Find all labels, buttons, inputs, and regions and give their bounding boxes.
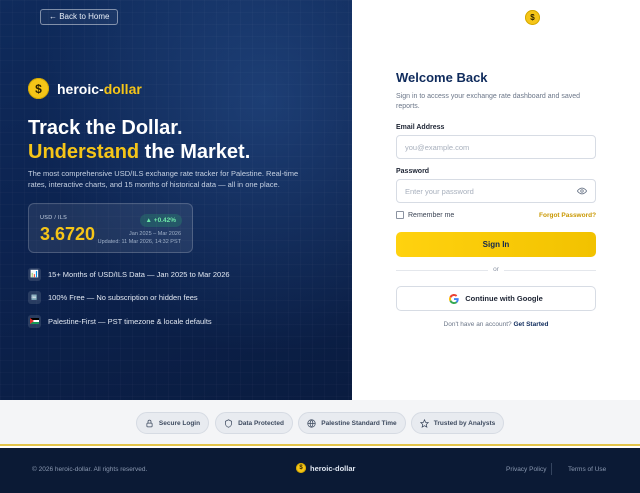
remember-me-label: Remember me <box>408 211 455 219</box>
feature-text: 100% Free — No subscription or hidden fe… <box>48 293 198 302</box>
email-field[interactable] <box>396 135 596 159</box>
footer-brand: $ heroic-dollar <box>296 463 355 473</box>
trust-bar: Secure Login Data Protected Palestine St… <box>0 400 640 446</box>
feature-item: 📊 15+ Months of USD/ILS Data — Jan 2025 … <box>28 267 230 281</box>
dollar-coin-icon: $ <box>296 463 306 473</box>
headline-rest: the Market. <box>139 141 251 163</box>
trust-label: Palestine Standard Time <box>321 419 397 427</box>
remember-me[interactable]: Remember me <box>396 211 454 219</box>
password-label: Password <box>396 168 430 175</box>
headline-accent: Understand <box>28 141 140 163</box>
terms-of-use-link[interactable]: Terms of Use <box>568 466 606 473</box>
trust-badge-timezone: Palestine Standard Time <box>298 412 406 434</box>
brand-logo: $ heroic-dollar <box>28 78 142 99</box>
rate-pair-label: USD / ILS <box>40 215 68 221</box>
or-separator: or <box>488 266 504 273</box>
globe-icon <box>307 418 316 428</box>
footer: © 2026 heroic-dollar. All rights reserve… <box>0 448 640 493</box>
lock-icon <box>146 419 153 427</box>
trust-label: Data Protected <box>238 419 284 427</box>
forgot-password-link[interactable]: Forgot Password? <box>539 212 596 219</box>
login-title: Welcome Back <box>396 70 488 85</box>
free-icon: 🆓 <box>28 291 41 304</box>
email-label: Email Address <box>396 124 445 131</box>
footer-divider <box>551 463 552 475</box>
chart-icon: 📊 <box>28 267 41 281</box>
login-page: ← Back to Home $ heroic-dollar Track the… <box>0 0 640 493</box>
feature-list: 📊 15+ Months of USD/ILS Data — Jan 2025 … <box>28 267 230 338</box>
trust-badge-protected: Data Protected <box>215 412 293 434</box>
signup-prompt: Don't have an account? Get Started <box>396 321 596 328</box>
back-to-home-button[interactable]: ← Back to Home <box>40 9 119 25</box>
feature-item: Palestine-First — PST timezone & locale … <box>28 314 230 328</box>
flag-icon <box>28 314 41 328</box>
star-icon <box>419 418 429 428</box>
google-button-label: Continue with Google <box>465 294 543 303</box>
rate-value: 3.6720 <box>40 224 96 244</box>
rate-change-badge: ▲ +0.42% <box>139 214 182 227</box>
get-started-link[interactable]: Get Started <box>513 321 548 328</box>
feature-item: 🆓 100% Free — No subscription or hidden … <box>28 291 230 305</box>
feature-text: 15+ Months of USD/ILS Data — Jan 2025 to… <box>48 269 230 279</box>
back-label: ← Back to Home <box>49 12 110 21</box>
rate-card: USD / ILS 3.6720 ▲ +0.42% Jan 2025 – Mar… <box>28 203 193 253</box>
trust-badge-secure: Secure Login <box>136 412 209 434</box>
headline-line1: Track the Dollar. <box>28 117 183 139</box>
dollar-coin-icon: $ <box>525 10 540 25</box>
sign-in-button[interactable]: Sign In <box>396 232 596 257</box>
feature-text: Palestine-First — PST timezone & locale … <box>48 316 212 326</box>
hero-description: The most comprehensive USD/ILS exchange … <box>28 169 299 189</box>
dollar-coin-icon: $ <box>28 78 49 99</box>
rate-updated: Updated: 11 Mar 2026, 14:32 PST <box>97 239 181 245</box>
rate-range: Jan 2025 – Mar 2026 <box>129 231 181 237</box>
no-account-text: Don't have an account? <box>443 321 512 328</box>
shield-icon <box>225 418 232 428</box>
login-subtitle: Sign in to access your exchange rate das… <box>396 93 581 110</box>
google-sign-in-button[interactable]: Continue with Google <box>396 286 596 311</box>
google-icon <box>449 293 459 304</box>
brand-name: heroic-dollar <box>57 80 142 97</box>
login-header: Welcome Back Sign in to access your exch… <box>396 70 596 112</box>
show-password-icon[interactable] <box>577 186 587 196</box>
hero-headline: Track the Dollar. Understand the Market. <box>28 116 250 164</box>
hero-panel: ← Back to Home $ heroic-dollar Track the… <box>0 0 352 400</box>
privacy-policy-link[interactable]: Privacy Policy <box>506 466 546 473</box>
copyright: © 2026 heroic-dollar. All rights reserve… <box>32 466 148 473</box>
trust-label: Secure Login <box>158 419 201 427</box>
trust-badge-analysts: Trusted by Analysts <box>411 412 504 434</box>
password-field[interactable] <box>396 179 596 203</box>
trust-label: Trusted by Analysts <box>433 419 496 427</box>
footer-brand-name: heroic-dollar <box>310 463 356 473</box>
remember-me-checkbox[interactable] <box>396 211 404 219</box>
